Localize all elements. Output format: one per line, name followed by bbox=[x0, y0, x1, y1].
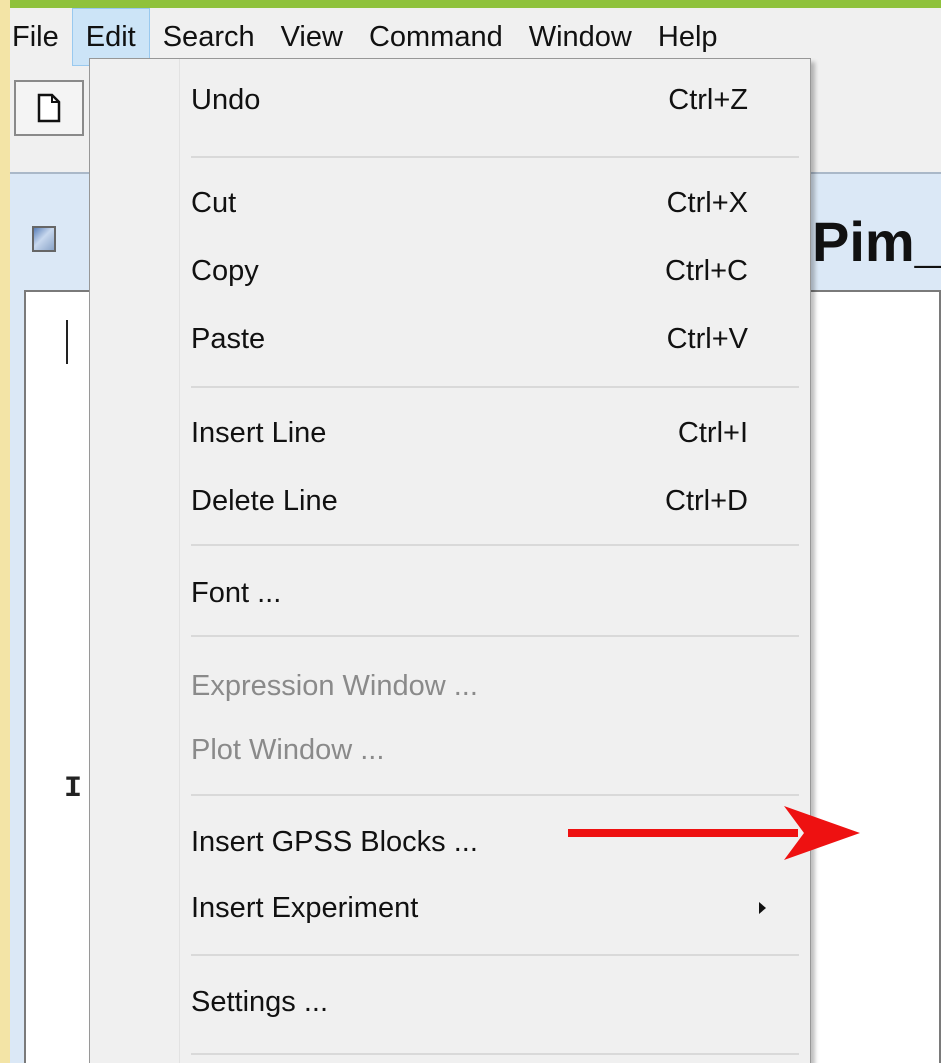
menu-item-shortcut: Ctrl+D bbox=[665, 484, 748, 517]
menu-item-delete-line[interactable]: Delete Line Ctrl+D bbox=[191, 470, 806, 532]
menu-icon-gutter bbox=[179, 59, 180, 1063]
menu-separator bbox=[191, 386, 799, 388]
menu-item-font[interactable]: Font ... bbox=[191, 562, 806, 624]
menu-item-shortcut: Ctrl+I bbox=[677, 416, 748, 449]
menu-item-label: Insert GPSS Blocks ... bbox=[191, 825, 478, 858]
window-top-border bbox=[10, 0, 941, 8]
app-window: File Edit Search View Command Window Hel… bbox=[10, 0, 941, 1063]
menu-item-insert-line[interactable]: Insert Line Ctrl+I bbox=[191, 402, 806, 464]
menu-item-shortcut: Ctrl+X bbox=[666, 186, 748, 219]
new-document-icon bbox=[37, 93, 61, 123]
edit-menu-dropdown: Undo Ctrl+Z Cut Ctrl+X Copy Ctrl+C Paste… bbox=[89, 58, 811, 1063]
menu-separator bbox=[191, 954, 799, 956]
menu-item-shortcut: Ctrl+C bbox=[665, 254, 748, 287]
menu-item-expression-window: Expression Window ... bbox=[191, 655, 806, 717]
menu-item-plot-window: Plot Window ... bbox=[191, 719, 806, 781]
menu-item-undo[interactable]: Undo Ctrl+Z bbox=[191, 69, 806, 131]
menu-item-label: Settings ... bbox=[191, 985, 329, 1018]
menu-item-label: Paste bbox=[191, 322, 266, 355]
menu-item-insert-experiment[interactable]: Insert Experiment bbox=[191, 877, 806, 939]
text-caret bbox=[66, 320, 68, 364]
menu-separator bbox=[191, 1053, 799, 1055]
annotation-arrow-icon bbox=[568, 806, 860, 860]
new-file-button[interactable] bbox=[14, 80, 84, 136]
menu-item-copy[interactable]: Copy Ctrl+C bbox=[191, 240, 806, 302]
document-title: Pim_ bbox=[812, 210, 941, 273]
menu-item-label: Cut bbox=[191, 186, 237, 219]
menu-file[interactable]: File bbox=[10, 8, 72, 66]
menu-item-label: Undo bbox=[191, 83, 261, 116]
menu-item-shortcut: Ctrl+V bbox=[666, 322, 748, 355]
menu-separator bbox=[191, 794, 799, 796]
editor-text: I bbox=[64, 772, 83, 806]
menu-item-paste[interactable]: Paste Ctrl+V bbox=[191, 308, 806, 370]
menu-item-label: Font ... bbox=[191, 576, 282, 609]
menu-item-shortcut: Ctrl+Z bbox=[668, 83, 748, 116]
menu-separator bbox=[191, 635, 799, 637]
menu-item-label: Expression Window ... bbox=[191, 669, 478, 702]
menu-item-label: Insert Experiment bbox=[191, 891, 419, 924]
document-window-icon[interactable] bbox=[32, 226, 56, 252]
menu-item-label: Insert Line bbox=[191, 416, 327, 449]
menu-item-settings[interactable]: Settings ... bbox=[191, 971, 806, 1033]
menu-item-label: Plot Window ... bbox=[191, 733, 385, 766]
menu-item-label: Delete Line bbox=[191, 484, 338, 517]
submenu-arrow-icon bbox=[759, 902, 766, 914]
menu-item-label: Copy bbox=[191, 254, 259, 287]
menu-separator bbox=[191, 156, 799, 158]
menu-item-cut[interactable]: Cut Ctrl+X bbox=[191, 172, 806, 234]
menu-separator bbox=[191, 544, 799, 546]
